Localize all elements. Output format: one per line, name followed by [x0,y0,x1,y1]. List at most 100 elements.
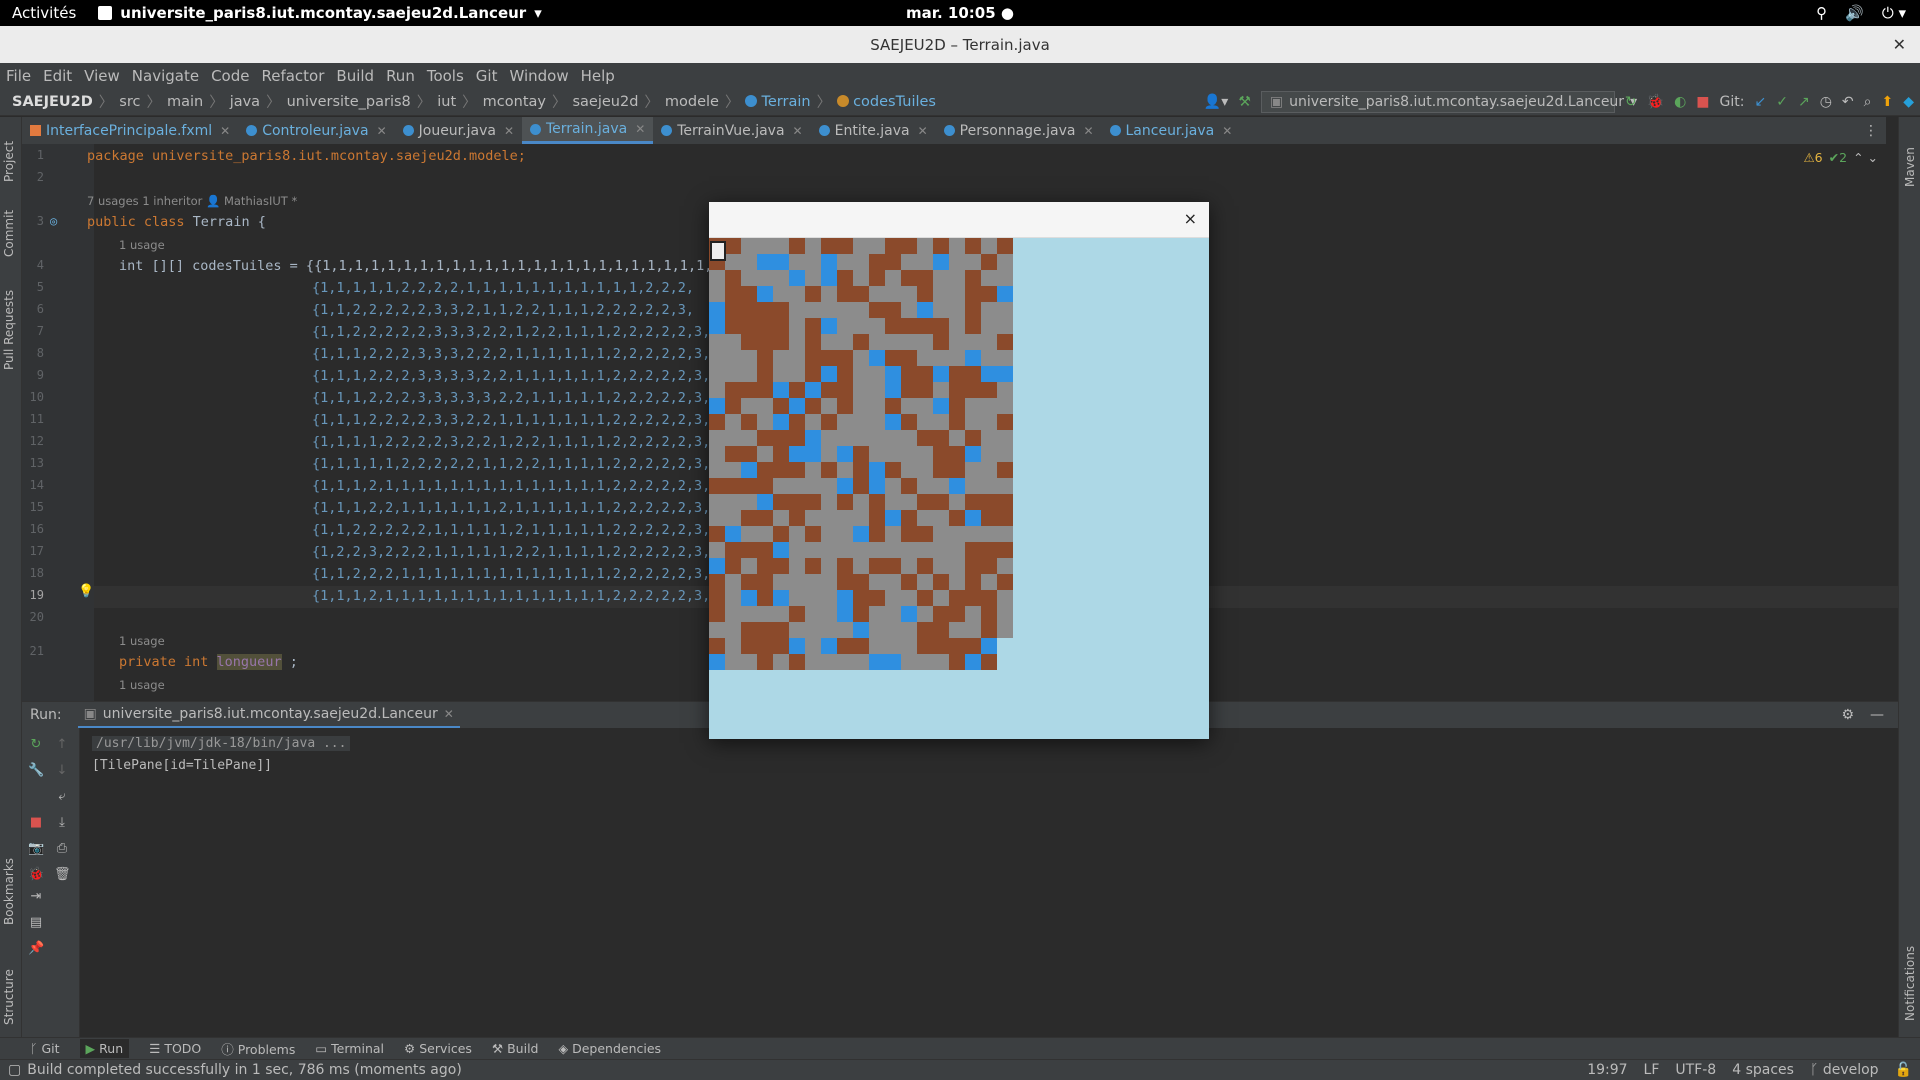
line-separator[interactable]: LF [1644,1062,1660,1078]
run-config-select[interactable]: ▣ universite_paris8.iut.mcontay.saejeu2d.… [1260,91,1637,113]
tab-terrainvue[interactable]: TerrainVue.java ✕ [653,117,810,144]
debug-icon[interactable]: 🐞 [1647,94,1664,110]
lock-icon[interactable]: 🔓 [1895,1062,1912,1078]
lightbulb-icon[interactable]: 💡 [78,584,94,599]
status-message[interactable]: Build completed successfully in 1 sec, 7… [27,1062,462,1078]
run-console[interactable]: ↻ ↑ 🔧 ↓ ⤶ ■ ⤓ 📷 ⎙ 🐞 🗑 ⇥ ▤ 📌 /usr/lib/jvm… [22,728,1898,1037]
usage-hint[interactable]: 1 usage [119,634,165,648]
exit-icon[interactable]: ⇥ [28,890,44,904]
activities-button[interactable]: Activités [12,4,76,22]
user-icon[interactable]: 👤▾ [1204,94,1228,110]
game-window[interactable]: × [709,202,1209,739]
problems-tool-button[interactable]: ⓘ Problems [221,1039,295,1058]
menu-code[interactable]: Code [211,67,249,85]
debug-icon[interactable]: 🐞 [28,868,44,882]
menu-navigate[interactable]: Navigate [132,67,199,85]
close-game-button[interactable]: × [1184,209,1197,228]
menu-file[interactable]: File [6,67,31,85]
breadcrumb-field[interactable]: codesTuiles [837,94,936,110]
project-tool-button[interactable]: Project [2,141,16,182]
close-tab-icon[interactable]: ✕ [1222,124,1232,138]
close-window-button[interactable]: ✕ [1893,35,1906,54]
inspection-widget[interactable]: ⚠6 ✔2 ⌃ ⌄ [1803,150,1878,165]
console-command[interactable]: /usr/lib/jvm/jdk-18/bin/java ... [92,736,351,751]
git-branch[interactable]: ᚴ develop [1810,1062,1879,1078]
tab-terrain[interactable]: Terrain.java ✕ [522,117,654,144]
breadcrumb-java[interactable]: java [230,94,260,110]
menu-window[interactable]: Window [509,67,568,85]
maven-tool-button[interactable]: Maven [1903,147,1917,187]
file-encoding[interactable]: UTF-8 [1675,1062,1716,1078]
menu-edit[interactable]: Edit [43,67,72,85]
system-tray[interactable]: ⚲ 🔊 ⏻ ▾ [1816,4,1906,22]
breadcrumb-modele[interactable]: modele [665,94,719,110]
dependencies-tool-button[interactable]: ◈ Dependencies [558,1041,661,1056]
menu-run[interactable]: Run [386,67,415,85]
pin-icon[interactable]: 📌 [28,942,44,956]
tab-controleur[interactable]: Controleur.java ✕ [238,117,394,144]
close-tab-icon[interactable]: ✕ [635,122,645,136]
close-tab-icon[interactable]: ✕ [793,124,803,138]
tab-entite[interactable]: Entite.java ✕ [811,117,936,144]
breadcrumb-universite-paris8[interactable]: universite_paris8 [287,94,411,110]
usage-hint[interactable]: 1 usage [119,678,165,692]
minimize-icon[interactable]: — [1870,707,1884,723]
pull-requests-tool-button[interactable]: Pull Requests [2,290,16,370]
usages-hint[interactable]: 7 usages 1 inheritor 👤 MathiasIUT * [87,194,297,208]
hammer-icon[interactable]: ⚒ [1238,94,1251,110]
rerun-icon[interactable]: ↻ [1625,94,1637,110]
camera-icon[interactable]: 📷 [28,842,44,856]
rollback-icon[interactable]: ↶ [1842,94,1854,110]
implemented-icon[interactable]: ◎ [50,214,57,228]
search-icon[interactable]: ⌕ [1864,94,1872,110]
close-tab-icon[interactable]: ✕ [377,124,387,138]
wrench-icon[interactable]: 🔧 [28,764,44,778]
breadcrumb-project[interactable]: SAEJEU2D [12,94,93,110]
breadcrumb-class[interactable]: Terrain [745,94,811,110]
rerun-icon[interactable]: ↻ [28,738,44,752]
run-tool-button[interactable]: ▶ Run [79,1039,130,1058]
menu-refactor[interactable]: Refactor [261,67,324,85]
git-tool-button[interactable]: ᚴ Git [30,1041,60,1056]
services-tool-button[interactable]: ⚙ Services [404,1041,472,1056]
notifications-tool-button[interactable]: Notifications [1903,946,1917,1021]
terrain-tilemap[interactable] [709,238,1209,738]
update-icon[interactable]: ⬆ [1881,94,1893,110]
settings-icon[interactable]: ⚙ [1841,707,1854,723]
close-tab-icon[interactable]: ✕ [1083,124,1093,138]
breadcrumb-saejeu2d[interactable]: saejeu2d [572,94,638,110]
structure-tool-button[interactable]: Structure [2,969,16,1025]
bookmarks-tool-button[interactable]: Bookmarks [2,858,16,925]
build-tool-button[interactable]: ⚒ Build [492,1041,539,1056]
close-tab-icon[interactable]: ✕ [444,707,454,721]
breadcrumb-src[interactable]: src [119,94,140,110]
caret-position[interactable]: 19:97 [1587,1062,1627,1078]
tab-interfaceprincipale[interactable]: InterfacePrincipale.fxml ✕ [22,117,238,144]
run-tab[interactable]: ▣ universite_paris8.iut.mcontay.saejeu2d.… [77,702,460,729]
more-tabs-icon[interactable]: ⋮ [1864,123,1878,139]
history-icon[interactable]: ◷ [1820,94,1832,110]
close-tab-icon[interactable]: ✕ [504,124,514,138]
commit-tool-button[interactable]: Commit [2,210,16,257]
breadcrumb-main[interactable]: main [167,94,203,110]
stop-icon[interactable]: ■ [1696,94,1709,110]
todo-tool-button[interactable]: ☰ TODO [149,1041,201,1056]
indent-setting[interactable]: 4 spaces [1732,1062,1794,1078]
menu-help[interactable]: Help [581,67,615,85]
menu-git[interactable]: Git [476,67,498,85]
coverage-icon[interactable]: ◐ [1674,94,1686,110]
clock[interactable]: mar. 10:05 ● [906,4,1014,22]
scroll-to-end-icon[interactable]: ⤓ [54,816,70,830]
app-menu[interactable]: universite_paris8.iut.mcontay.saejeu2d.L… [98,4,542,22]
close-tab-icon[interactable]: ✕ [220,124,230,138]
tab-lanceur[interactable]: Lanceur.java ✕ [1102,117,1241,144]
print-icon[interactable]: ⎙ [54,842,70,856]
tab-joueur[interactable]: Joueur.java ✕ [395,117,522,144]
usage-hint[interactable]: 1 usage [119,238,165,252]
up-icon[interactable]: ↑ [54,738,70,752]
down-icon[interactable]: ↓ [54,764,70,778]
jetbrains-icon[interactable]: ◆ [1903,94,1914,110]
soft-wrap-icon[interactable]: ⤶ [54,790,70,804]
close-tab-icon[interactable]: ✕ [918,124,928,138]
git-push-icon[interactable]: ↗ [1798,94,1810,110]
